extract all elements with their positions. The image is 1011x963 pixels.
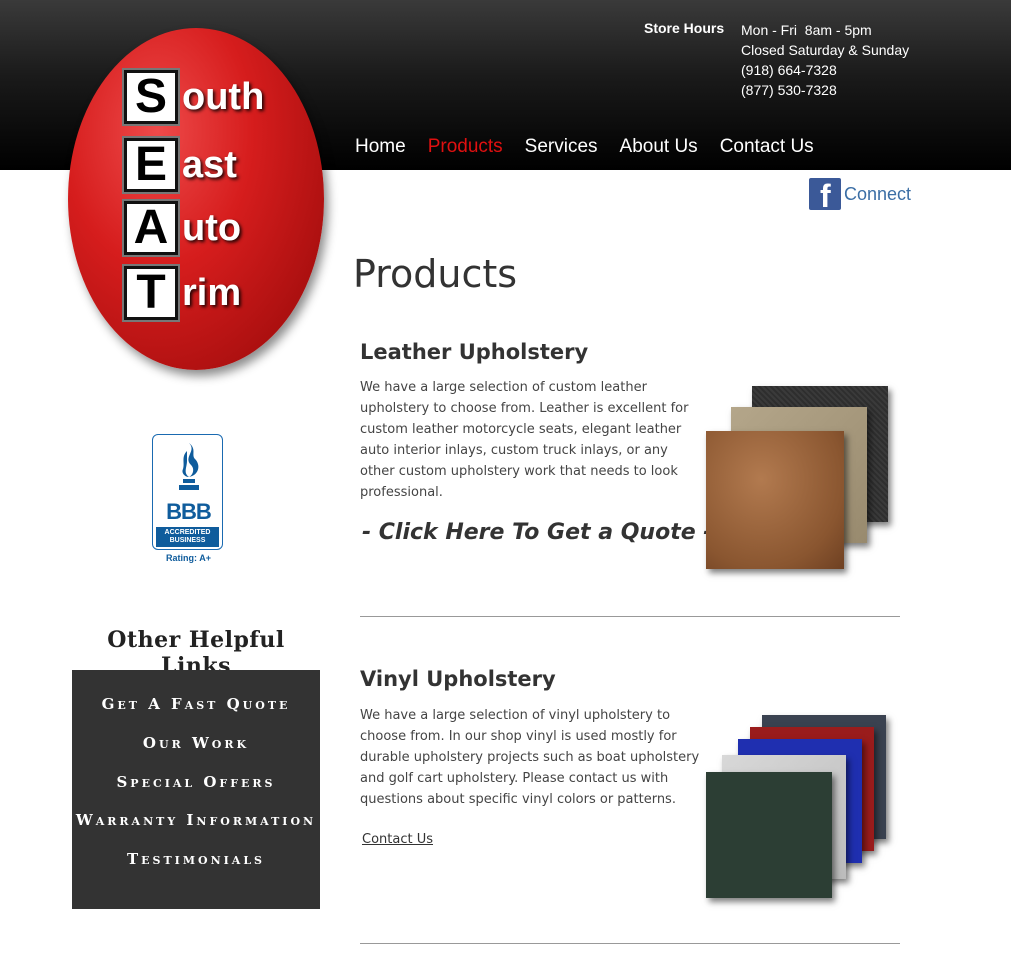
logo-word: ast (182, 143, 237, 186)
bbb-accredited-banner: ACCREDITED BUSINESS (156, 527, 219, 547)
link-our-work[interactable]: Our Work (72, 734, 320, 752)
site-logo[interactable]: S outh E ast A uto T rim (66, 26, 328, 376)
nav-services[interactable]: Services (525, 136, 598, 158)
phone-local: (918) 664-7328 (741, 62, 837, 78)
facebook-glyph: f (820, 178, 831, 210)
leather-upholstery-title: Leather Upholstery (360, 340, 589, 364)
vinyl-upholstery-title: Vinyl Upholstery (360, 667, 556, 691)
logo-row-a: A uto (122, 199, 242, 257)
logo-word: uto (182, 206, 242, 249)
link-warranty-information[interactable]: Warranty Information (72, 811, 320, 829)
vinyl-contact-us-link[interactable]: Contact Us (362, 832, 433, 847)
bbb-badge[interactable]: BBB ACCREDITED BUSINESS Rating: A+ (152, 434, 225, 566)
leather-upholstery-description: We have a large selection of custom leat… (360, 380, 689, 500)
phone-tollfree: (877) 530-7328 (741, 82, 837, 98)
section-divider-bottom (360, 943, 900, 944)
link-special-offers[interactable]: Special Offers (72, 773, 320, 791)
nav-about-us[interactable]: About Us (620, 136, 698, 158)
main-nav: Home Products Services About Us Contact … (355, 136, 836, 158)
logo-row-s: S outh (122, 68, 265, 126)
vinyl-upholstery-description: We have a large selection of vinyl uphol… (360, 708, 700, 807)
logo-letter-box: T (122, 264, 180, 322)
bbb-torch-icon (179, 443, 199, 490)
store-hours-weekday: Mon - Fri 8am - 5pm (741, 22, 872, 38)
bbb-accredited-line2: BUSINESS (169, 537, 206, 544)
nav-home[interactable]: Home (355, 136, 406, 158)
link-fast-quote[interactable]: Get A Fast Quote (72, 695, 320, 713)
logo-letter-box: A (122, 199, 180, 257)
vinyl-swatch-green (706, 772, 832, 898)
bbb-card: BBB ACCREDITED BUSINESS (152, 434, 223, 550)
page-title: Products (353, 252, 518, 296)
logo-word: outh (182, 75, 265, 118)
facebook-icon: f (809, 178, 841, 210)
facebook-connect-label: Connect (844, 183, 912, 204)
nav-contact-us[interactable]: Contact Us (720, 136, 814, 158)
link-testimonials[interactable]: Testimonials (72, 850, 320, 868)
section-divider (360, 616, 900, 617)
bbb-rating: Rating: A+ (166, 553, 211, 563)
logo-letter-box: E (122, 136, 180, 194)
helpful-links-panel: Get A Fast Quote Our Work Special Offers… (72, 670, 320, 909)
bbb-accredited-line1: ACCREDITED (164, 529, 211, 536)
logo-letter-box: S (122, 68, 180, 126)
store-hours-info: Mon - Fri 8am - 5pm Closed Saturday & Su… (741, 20, 909, 100)
logo-row-e: E ast (122, 136, 237, 194)
store-hours-label: Store Hours (644, 20, 725, 36)
logo-word: rim (182, 271, 242, 314)
nav-products[interactable]: Products (428, 136, 503, 158)
get-quote-link[interactable]: - Click Here To Get a Quote - (362, 520, 712, 545)
leather-swatch-brown (706, 431, 844, 569)
bbb-letters: BBB (166, 499, 212, 524)
facebook-connect-link[interactable]: f Connect (809, 178, 911, 210)
logo-row-t: T rim (122, 264, 242, 322)
store-hours-weekend: Closed Saturday & Sunday (741, 42, 910, 58)
